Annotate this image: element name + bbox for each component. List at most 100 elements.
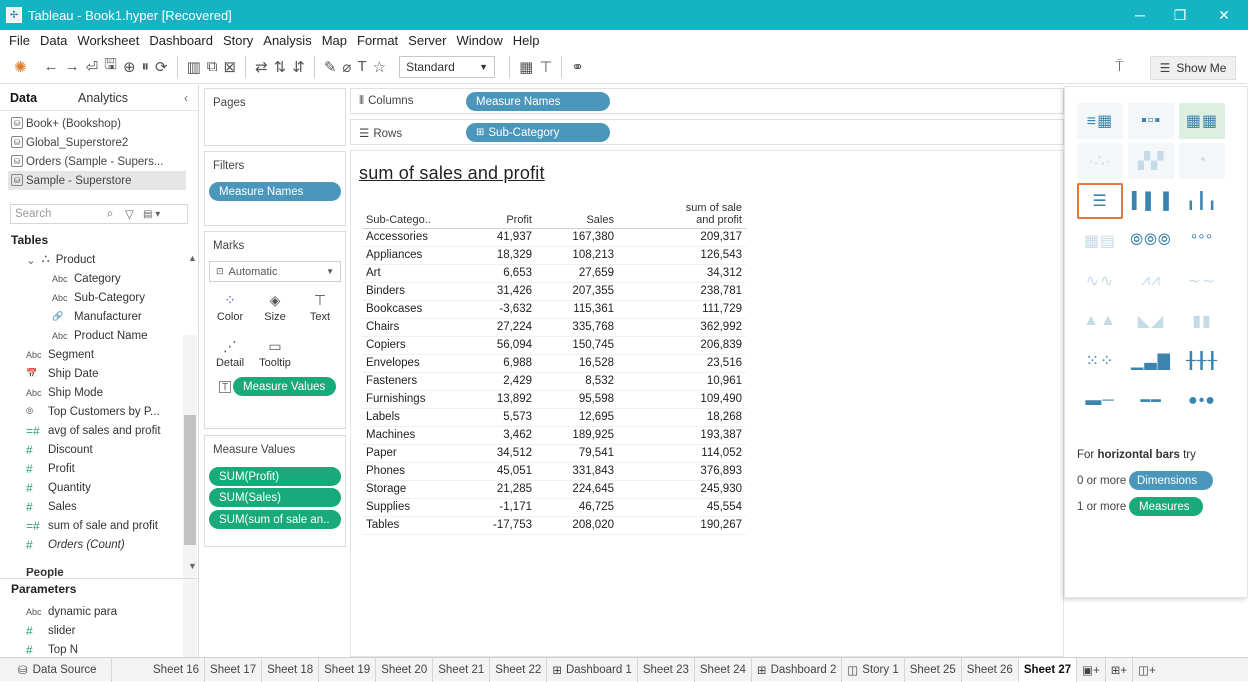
menu-analysis[interactable]: Analysis [263, 33, 311, 48]
share-icon[interactable]: ⚭ [571, 55, 584, 79]
new-dashboard-icon[interactable]: ⊞+ [1106, 657, 1134, 682]
header-sum-of-sale-and-profit[interactable]: sum of sale and profit [618, 198, 746, 229]
row-header-cell[interactable]: Art [362, 264, 482, 283]
field-item[interactable]: =# avg of sales and profit [26, 421, 161, 440]
sheet-tab[interactable]: ◫ Story 1 [842, 657, 905, 682]
row-header-cell[interactable]: Tables [362, 516, 482, 535]
detail-mark-button[interactable]: ⋰ Detail [208, 331, 252, 375]
parameter-item[interactable]: Abc dynamic para [26, 602, 117, 621]
columns-shelf[interactable]: ⦀ Columns Measure Names [350, 88, 1064, 114]
minimize-button[interactable]: ─ [1120, 0, 1160, 30]
area-continuous-thumb[interactable]: ▲▲ [1077, 303, 1123, 339]
field-item[interactable]: Abc Sub-Category [52, 288, 145, 307]
parameter-item[interactable]: # slider [26, 621, 75, 640]
new-story-icon[interactable]: ◫+ [1133, 658, 1161, 682]
refresh-icon[interactable]: ⟳ [155, 55, 168, 79]
filter-icon[interactable]: ▽ [125, 207, 134, 221]
menu-worksheet[interactable]: Worksheet [77, 33, 139, 48]
fit-select[interactable]: Standard ▼ [399, 55, 496, 78]
group-icon[interactable]: ⌀ [342, 55, 351, 79]
pause-updates-icon[interactable]: ⏸ [142, 55, 150, 79]
field-item[interactable]: # Discount [26, 440, 93, 459]
dual-combination-thumb[interactable]: ▮▮ [1179, 303, 1225, 339]
box-plot-thumb[interactable]: ╂╂╂ [1179, 343, 1225, 379]
product-folder[interactable]: ⌄ ⛬ Product [26, 250, 95, 269]
close-button[interactable]: ✕ [1204, 0, 1244, 30]
menu-format[interactable]: Format [357, 33, 398, 48]
field-item[interactable]: 📅 Ship Date [26, 364, 99, 383]
field-search-input[interactable]: Search ⌕ ▽ ▤ ▾ [10, 204, 188, 224]
view-options-icon[interactable]: ▤ ▾ [143, 209, 160, 220]
maximize-button[interactable]: ❐ [1160, 0, 1200, 30]
row-header-cell[interactable]: Supplies [362, 498, 482, 517]
redo-icon[interactable]: → [65, 55, 80, 79]
field-item[interactable]: # Profit [26, 459, 75, 478]
sheet-tab[interactable]: Sheet 22 [490, 657, 548, 682]
measure-pill-profit[interactable]: SUM(Profit) [209, 467, 341, 486]
show-cards-icon[interactable]: ▦ [519, 55, 533, 79]
sheet-tab[interactable]: Sheet 24 [695, 657, 752, 682]
measure-pill-sum-of-sale-and-profit[interactable]: SUM(sum of sale an.. [209, 510, 341, 529]
labels-icon[interactable]: T [357, 55, 366, 79]
field-item[interactable]: ⦾ Top Customers by P... [26, 402, 160, 421]
row-header-cell[interactable]: Binders [362, 282, 482, 301]
columns-pill-measure-names[interactable]: Measure Names [466, 92, 610, 111]
pin-icon[interactable]: ⍑ [1115, 55, 1124, 79]
row-header-cell[interactable]: Labels [362, 408, 482, 427]
menu-window[interactable]: Window [456, 33, 502, 48]
menu-help[interactable]: Help [513, 33, 540, 48]
filters-card[interactable]: Filters Measure Names [204, 151, 346, 226]
pie-chart-thumb[interactable]: ◔ [1179, 143, 1225, 179]
datasource-item[interactable]: ⛁ Global_Superstore2 [0, 133, 198, 152]
sheet-tab[interactable]: Sheet 26 [962, 657, 1019, 682]
undo-icon[interactable]: ← [44, 55, 59, 79]
clear-sheet-icon[interactable]: ⊠ [224, 55, 237, 79]
row-header-cell[interactable]: Envelopes [362, 354, 482, 373]
horizontal-bars-thumb[interactable]: ☰ [1077, 183, 1123, 219]
row-header-cell[interactable]: Bookcases [362, 300, 482, 319]
highlight-table-thumb[interactable]: ▦▦ [1179, 103, 1225, 139]
sheet-tab[interactable]: ⊞ Dashboard 2 [752, 657, 843, 682]
save-icon[interactable]: 🖫 [104, 55, 117, 79]
sort-descending-icon[interactable]: ⇵ [292, 55, 305, 79]
menu-dashboard[interactable]: Dashboard [149, 33, 213, 48]
side-by-side-bars-thumb[interactable]: ╻┃╻ [1179, 183, 1225, 219]
continuous-lines-thumb[interactable]: ∿∿ [1077, 263, 1123, 299]
symbol-map-thumb[interactable]: ·∴· [1077, 143, 1123, 179]
bullet-graph-thumb[interactable]: ━━ [1128, 383, 1174, 419]
header-sub-category[interactable]: Sub-Catego.. [362, 198, 482, 229]
color-mark-button[interactable]: ⁘ Color [208, 285, 252, 329]
row-header-cell[interactable]: Machines [362, 426, 482, 445]
datasource-item[interactable]: ⛁ Book+ (Bookshop) [0, 114, 198, 133]
stacked-bars-thumb[interactable]: ▍▌▐ [1128, 183, 1174, 219]
sheet-tab[interactable]: ⊞ Dashboard 1 [547, 657, 638, 682]
gantt-chart-thumb[interactable]: ▬─ [1077, 383, 1123, 419]
scroll-up-icon[interactable]: ▲ [188, 253, 197, 263]
menu-story[interactable]: Story [223, 33, 253, 48]
field-item[interactable]: Abc Segment [26, 345, 94, 364]
sheet-tab[interactable]: Sheet 16 [148, 657, 206, 682]
treemap-thumb[interactable]: ▦▤ [1077, 223, 1123, 259]
sheet-tab[interactable]: Sheet 19 [319, 657, 377, 682]
row-header-cell[interactable]: Phones [362, 462, 482, 481]
field-item[interactable]: # Orders (Count) [26, 535, 125, 554]
field-item[interactable]: # Quantity [26, 478, 91, 497]
menu-map[interactable]: Map [322, 33, 347, 48]
row-header-cell[interactable]: Appliances [362, 246, 482, 265]
scroll-down-icon[interactable]: ▼ [188, 561, 197, 571]
duplicate-sheet-icon[interactable]: ⧉ [207, 55, 218, 79]
sheet-tab[interactable]: Sheet 27 [1018, 657, 1078, 682]
field-item[interactable]: Abc Product Name [52, 326, 148, 345]
marks-pill-measure-values[interactable]: Measure Values [233, 377, 336, 396]
row-header-cell[interactable]: Chairs [362, 318, 482, 337]
new-sheet-icon[interactable]: ▥ [187, 55, 201, 79]
replay-icon[interactable]: ⏎ [86, 55, 99, 79]
sheet-tab[interactable]: Sheet 18 [262, 657, 320, 682]
sheet-tab[interactable]: Sheet 23 [638, 657, 695, 682]
field-item[interactable]: Abc Ship Mode [26, 383, 103, 402]
datasource-item[interactable]: ⛁ Sample - Superstore [8, 171, 186, 190]
menu-data[interactable]: Data [40, 33, 67, 48]
collapse-pane-icon[interactable]: ‹ [184, 91, 188, 105]
sort-ascending-icon[interactable]: ⇅ [274, 55, 287, 79]
header-profit[interactable]: Profit [482, 198, 536, 229]
